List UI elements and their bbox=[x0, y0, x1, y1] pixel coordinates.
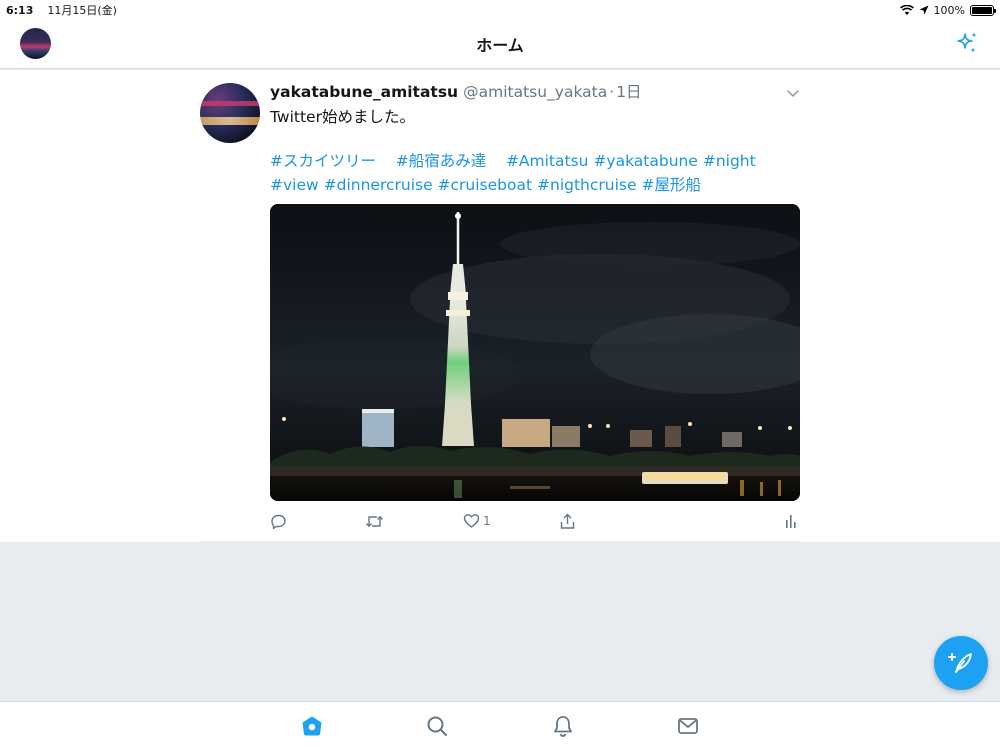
status-date: 11月15日(金) bbox=[47, 4, 117, 17]
bottom-tab-bar bbox=[0, 701, 1000, 750]
nav-bar: ホーム bbox=[0, 20, 1000, 69]
hashtag-link[interactable]: #night bbox=[703, 152, 756, 170]
tweet-text: Twitter始めました。 bbox=[270, 108, 415, 126]
page-title: ホーム bbox=[476, 36, 524, 55]
hashtag-link[interactable]: #屋形船 bbox=[641, 176, 701, 194]
reply-icon bbox=[271, 514, 286, 529]
compose-tweet-button[interactable] bbox=[934, 636, 988, 690]
hashtag-link[interactable]: #スカイツリー bbox=[270, 152, 376, 170]
reply-button[interactable] bbox=[270, 510, 287, 532]
tweet[interactable]: yakatabune_amitatsu @amitatsu_yakata · 1… bbox=[200, 70, 800, 542]
tweet-separator: · bbox=[609, 83, 615, 101]
tweet-display-name[interactable]: yakatabune_amitatsu bbox=[270, 83, 458, 101]
like-button[interactable]: 1 bbox=[463, 510, 491, 532]
tweet-hashtags: #スカイツリー #船宿あみ達 #Amitatsu #yakatabune #ni… bbox=[270, 149, 800, 197]
hashtag-link[interactable]: #Amitatsu bbox=[506, 152, 589, 170]
tab-messages[interactable] bbox=[674, 712, 702, 740]
status-right: 100% bbox=[899, 3, 996, 17]
hashtag-line-1: #スカイツリー #船宿あみ達 #Amitatsu #yakatabune #ni… bbox=[270, 149, 800, 173]
search-icon bbox=[427, 716, 447, 736]
hashtag-link[interactable]: #yakatabune bbox=[593, 152, 697, 170]
tab-search[interactable] bbox=[423, 712, 451, 740]
skytree-night-photo bbox=[270, 204, 800, 501]
notifications-icon bbox=[554, 716, 572, 737]
status-bar: 6:13 11月15日(金) 100% bbox=[0, 0, 1000, 20]
tweet-photo[interactable] bbox=[270, 204, 800, 501]
messages-icon bbox=[678, 718, 698, 734]
analytics-button[interactable] bbox=[784, 510, 798, 532]
tab-notifications[interactable] bbox=[549, 712, 577, 740]
tab-home[interactable] bbox=[298, 712, 326, 740]
wifi-icon bbox=[899, 4, 914, 15]
tweet-timestamp[interactable]: 1日 bbox=[616, 80, 641, 102]
like-count: 1 bbox=[483, 514, 491, 528]
share-button[interactable] bbox=[559, 510, 576, 532]
chevron-down-icon[interactable] bbox=[786, 86, 800, 100]
tweet-actions: 1 bbox=[270, 510, 800, 532]
sparkle-icon[interactable] bbox=[954, 30, 980, 56]
location-icon bbox=[919, 5, 929, 15]
hashtag-link[interactable]: #cruiseboat bbox=[438, 176, 533, 194]
battery-icon bbox=[970, 4, 996, 16]
tweet-handle[interactable]: @amitatsu_yakata bbox=[463, 83, 607, 101]
profile-avatar[interactable] bbox=[20, 28, 51, 59]
avatar-boat-band bbox=[200, 117, 260, 125]
hashtag-line-2: #view #dinnercruise #cruiseboat #nigthcr… bbox=[270, 173, 800, 197]
like-icon bbox=[463, 514, 480, 528]
hashtag-link[interactable]: #view bbox=[270, 176, 319, 194]
tweet-header: yakatabune_amitatsu @amitatsu_yakata · 1… bbox=[270, 80, 642, 102]
avatar-light-band bbox=[200, 101, 260, 106]
hashtag-link[interactable]: #dinnercruise bbox=[324, 176, 433, 194]
tweet-author-avatar[interactable] bbox=[200, 83, 260, 143]
timeline: yakatabune_amitatsu @amitatsu_yakata · 1… bbox=[0, 70, 1000, 542]
status-time: 6:13 bbox=[6, 3, 34, 17]
hashtag-link[interactable]: #nigthcruise bbox=[537, 176, 637, 194]
compose-feather-icon bbox=[948, 653, 972, 673]
analytics-icon bbox=[786, 515, 796, 528]
battery-fill bbox=[972, 6, 992, 14]
battery-percent: 100% bbox=[933, 3, 965, 17]
home-icon bbox=[302, 716, 322, 736]
hashtag-link[interactable]: #船宿あみ達 bbox=[396, 152, 487, 170]
retweet-icon bbox=[365, 515, 384, 527]
share-icon bbox=[560, 513, 575, 529]
retweet-button[interactable] bbox=[365, 510, 384, 532]
